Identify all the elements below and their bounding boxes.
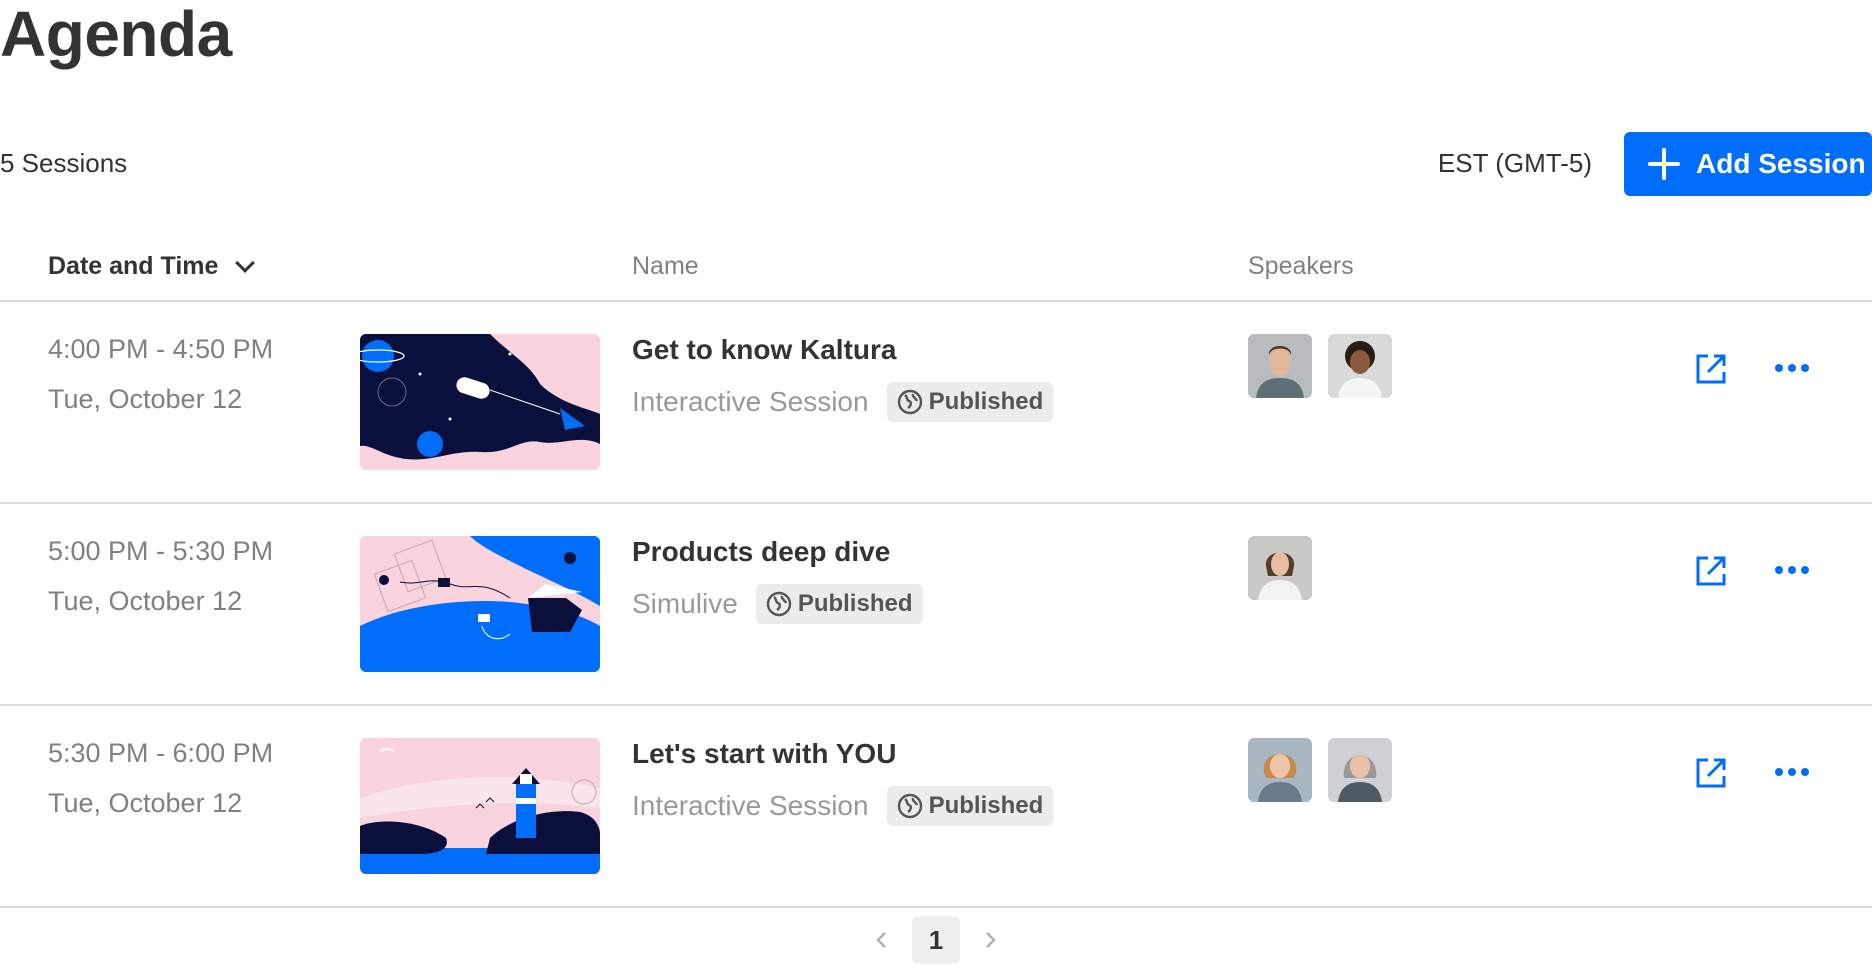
status-badge: Published	[886, 382, 1054, 422]
session-type: Simulive	[632, 588, 738, 619]
status-label: Published	[928, 388, 1044, 415]
session-meta: Interactive Session Published	[632, 786, 1054, 826]
more-options-icon[interactable]	[1774, 764, 1810, 780]
status-label: Published	[797, 590, 913, 617]
pagination: 1	[0, 916, 1872, 964]
more-options-icon[interactable]	[1774, 562, 1810, 578]
speaker-avatar[interactable]	[1248, 334, 1312, 398]
speaker-photo	[1248, 738, 1312, 802]
add-session-label: Add Session	[1696, 148, 1866, 179]
speaker-list	[1248, 334, 1392, 398]
lighthouse-illustration-image	[360, 738, 600, 874]
speaker-list	[1248, 738, 1392, 802]
session-thumbnail[interactable]	[360, 334, 600, 470]
products-illustration-image	[360, 536, 600, 672]
globe-icon	[897, 793, 922, 819]
table-row: 4:00 PM - 4:50 PM Tue, October 12 Get to…	[0, 302, 1872, 504]
session-time: 4:00 PM - 4:50 PM	[48, 334, 274, 364]
table-row: 5:30 PM - 6:00 PM Tue, October 12 Let's …	[0, 706, 1872, 908]
open-external-icon[interactable]	[1694, 756, 1728, 790]
session-date: Tue, October 12	[48, 788, 243, 818]
more-options-icon[interactable]	[1774, 360, 1810, 376]
session-meta: Interactive Session Published	[632, 382, 1054, 422]
add-session-button[interactable]: Add Session	[1624, 132, 1872, 196]
timezone-label: EST (GMT-5)	[1437, 148, 1592, 178]
table-row: 5:00 PM - 5:30 PM Tue, October 12 Produc…	[0, 504, 1872, 706]
globe-icon	[766, 591, 792, 617]
session-type: Interactive Session	[632, 790, 869, 821]
table-header: Date and Time Name Speakers	[0, 240, 1872, 302]
session-count: 5 Sessions	[0, 148, 128, 178]
globe-icon	[897, 389, 922, 415]
name-header: Name	[632, 252, 699, 280]
speaker-photo	[1248, 334, 1312, 398]
session-name[interactable]: Let's start with YOU	[632, 738, 896, 770]
session-meta: Simulive Published	[632, 584, 923, 624]
session-date: Tue, October 12	[48, 586, 243, 616]
chevron-down-icon	[235, 252, 256, 273]
session-name[interactable]: Products deep dive	[632, 536, 890, 568]
speaker-avatar[interactable]	[1248, 536, 1312, 600]
speaker-photo	[1328, 334, 1392, 398]
session-type: Interactive Session	[632, 386, 869, 417]
session-date: Tue, October 12	[48, 384, 243, 414]
session-name[interactable]: Get to know Kaltura	[632, 334, 896, 366]
speaker-photo	[1328, 738, 1392, 802]
speaker-list	[1248, 536, 1312, 600]
sort-date-time-header[interactable]: Date and Time	[48, 252, 256, 281]
status-badge: Published	[886, 786, 1054, 826]
session-thumbnail[interactable]	[360, 536, 600, 672]
date-time-header-label: Date and Time	[48, 252, 219, 280]
page-button-current[interactable]: 1	[912, 916, 960, 964]
speaker-photo	[1248, 536, 1312, 600]
speaker-avatar[interactable]	[1248, 738, 1312, 802]
chevron-right-icon[interactable]	[978, 928, 1002, 952]
speaker-avatar[interactable]	[1328, 738, 1392, 802]
speakers-header: Speakers	[1248, 252, 1354, 280]
speaker-avatar[interactable]	[1328, 334, 1392, 398]
session-thumbnail[interactable]	[360, 738, 600, 874]
chevron-left-icon[interactable]	[870, 928, 894, 952]
plus-icon	[1648, 148, 1680, 180]
session-time: 5:00 PM - 5:30 PM	[48, 536, 274, 566]
status-badge: Published	[755, 584, 923, 624]
open-external-icon[interactable]	[1694, 352, 1728, 386]
space-illustration-image	[360, 334, 600, 470]
page-title: Agenda	[0, 0, 232, 70]
session-time: 5:30 PM - 6:00 PM	[48, 738, 274, 768]
status-label: Published	[928, 792, 1044, 819]
open-external-icon[interactable]	[1694, 554, 1728, 588]
